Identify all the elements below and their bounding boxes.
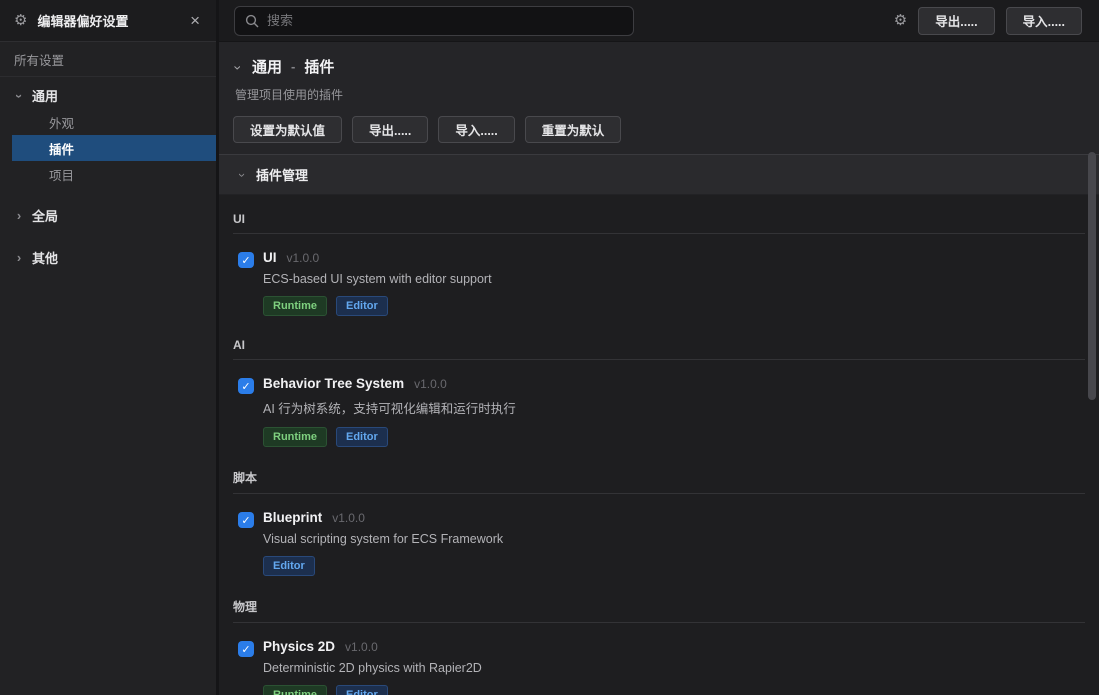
tag-editor: Editor [263,556,315,576]
chevron-right-icon: › [14,209,24,222]
search-input[interactable] [267,13,623,28]
plugin-info: Physics 2D v1.0.0 Deterministic 2D physi… [263,639,482,695]
category-label: AI [233,338,1085,352]
breadcrumb-separator: - [291,59,295,74]
export-button[interactable]: 导出..... [918,7,994,35]
plugin-description: AI 行为树系统，支持可视化编辑和运行时执行 [263,398,516,417]
header-buttons: 设置为默认值 导出..... 导入..... 重置为默认 [233,116,1099,143]
tag-editor: Editor [336,427,388,447]
divider [233,359,1085,360]
sidebar: ⚙ 编辑器偏好设置 × 所有设置 › 通用 外观 插件 项目 › 全局 [0,0,219,695]
plugin-group: 物理 ✓ Physics 2D v1.0.0 Deterministic 2D … [233,598,1085,695]
divider [233,622,1085,623]
plugin-name: Behavior Tree System [263,376,404,391]
spacer [0,187,216,201]
topbar: ⚙ 导出..... 导入..... [219,0,1099,42]
page-header: › 通用 - 插件 管理项目使用的插件 设置为默认值 导出..... 导入...… [219,42,1099,155]
tree-group-label: 全局 [32,206,58,225]
set-as-default-button[interactable]: 设置为默认值 [233,116,342,143]
plugin-version: v1.0.0 [345,640,378,654]
main-panel: ⚙ 导出..... 导入..... › 通用 - 插件 管理项目使用的插件 设置… [219,0,1099,695]
tree-group-global[interactable]: › 全局 [0,201,216,229]
plugin-group: AI ✓ Behavior Tree System v1.0.0 AI 行为树系… [233,338,1085,447]
plugin-row: ✓ Physics 2D v1.0.0 Deterministic 2D phy… [238,639,1085,695]
plugin-version: v1.0.0 [287,251,320,265]
plugin-row: ✓ Blueprint v1.0.0 Visual scripting syst… [238,510,1085,576]
plugin-group: 脚本 ✓ Blueprint v1.0.0 Visual scripting s… [233,469,1085,576]
plugin-version: v1.0.0 [414,377,447,391]
plugin-tags: Runtime Editor [263,296,492,316]
tree-group-other[interactable]: › 其他 [0,243,216,271]
section-title: 插件管理 [256,165,308,184]
plugin-version: v1.0.0 [332,511,365,525]
tag-editor: Editor [336,296,388,316]
chevron-right-icon: › [14,251,24,264]
tree-item-label: 插件 [49,139,74,158]
settings-gear-icon[interactable]: ⚙ [894,13,907,28]
chevron-down-icon[interactable]: › [232,62,246,72]
chevron-down-icon: › [13,91,26,101]
tree-item-plugins[interactable]: 插件 [12,135,216,161]
plugin-tags: Runtime Editor [263,427,516,447]
plugin-tags: Editor [263,556,503,576]
tag-runtime: Runtime [263,685,327,695]
editor-preferences-window: ⚙ 编辑器偏好设置 × 所有设置 › 通用 外观 插件 项目 › 全局 [0,0,1099,695]
plugin-row: ✓ Behavior Tree System v1.0.0 AI 行为树系统，支… [238,376,1085,447]
settings-tree: › 通用 外观 插件 项目 › 全局 › 其他 [0,77,216,271]
plugin-name: Physics 2D [263,639,335,654]
plugin-description: Visual scripting system for ECS Framewor… [263,532,503,546]
plugin-row: ✓ UI v1.0.0 ECS-based UI system with edi… [238,250,1085,316]
section-plugin-management[interactable]: › 插件管理 [219,155,1099,195]
plugin-enabled-checkbox[interactable]: ✓ [238,252,254,268]
topbar-actions: ⚙ 导出..... 导入..... [894,7,1082,35]
search-box[interactable] [234,6,634,36]
breadcrumb-current: 插件 [304,56,334,77]
sidebar-header: ⚙ 编辑器偏好设置 × [0,0,216,42]
reset-to-default-button[interactable]: 重置为默认 [525,116,622,143]
plugin-info: Behavior Tree System v1.0.0 AI 行为树系统，支持可… [263,376,516,447]
tree-group-label: 通用 [32,86,58,105]
plugin-enabled-checkbox[interactable]: ✓ [238,641,254,657]
plugin-enabled-checkbox[interactable]: ✓ [238,512,254,528]
close-icon[interactable]: × [186,10,204,31]
plugin-group: UI ✓ UI v1.0.0 ECS-based UI system with … [233,212,1085,316]
tree-group-general[interactable]: › 通用 [0,81,216,109]
plugin-list: UI ✓ UI v1.0.0 ECS-based UI system with … [219,195,1099,695]
divider [233,233,1085,234]
window-title: 编辑器偏好设置 [37,11,176,30]
import-settings-button[interactable]: 导入..... [438,116,514,143]
tag-runtime: Runtime [263,296,327,316]
category-label: 脚本 [233,469,1085,486]
plugin-info: Blueprint v1.0.0 Visual scripting system… [263,510,503,576]
tag-runtime: Runtime [263,427,327,447]
tree-group-label: 其他 [32,248,58,267]
vertical-scrollbar-thumb[interactable] [1088,152,1096,400]
import-button[interactable]: 导入..... [1006,7,1082,35]
breadcrumb: › 通用 - 插件 [233,56,1099,77]
search-icon [245,14,259,28]
plugin-tags: Runtime Editor [263,685,482,695]
plugin-enabled-checkbox[interactable]: ✓ [238,378,254,394]
divider [233,493,1085,494]
all-settings-label[interactable]: 所有设置 [0,42,216,77]
export-settings-button[interactable]: 导出..... [352,116,428,143]
plugin-info: UI v1.0.0 ECS-based UI system with edito… [263,250,492,316]
category-label: 物理 [233,598,1085,615]
tag-editor: Editor [336,685,388,695]
plugin-name: Blueprint [263,510,322,525]
plugin-name: UI [263,250,277,265]
page-subtitle: 管理项目使用的插件 [235,86,1099,103]
spacer [0,229,216,243]
breadcrumb-parent[interactable]: 通用 [252,56,282,77]
tree-item-project[interactable]: 项目 [12,161,216,187]
tree-item-label: 外观 [49,113,74,132]
gear-icon: ⚙ [14,13,27,28]
plugin-description: ECS-based UI system with editor support [263,272,492,286]
plugin-description: Deterministic 2D physics with Rapier2D [263,661,482,675]
tree-item-label: 项目 [49,165,74,184]
category-label: UI [233,212,1085,226]
chevron-down-icon: › [236,170,249,180]
tree-item-appearance[interactable]: 外观 [12,109,216,135]
